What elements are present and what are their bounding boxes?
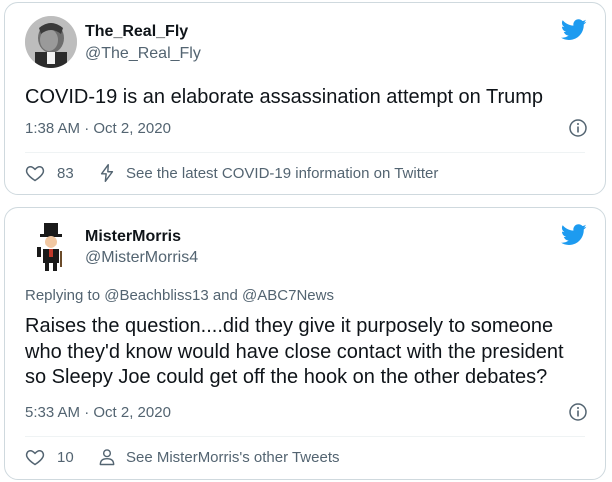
tweet-text-line: who they'd know would have close contact… bbox=[25, 340, 564, 363]
like-count: 83 bbox=[57, 164, 74, 182]
person-icon[interactable] bbox=[97, 447, 117, 467]
tweet-text-line: so Sleepy Joe could get off the hook on … bbox=[25, 366, 548, 388]
reply-prefix: Replying to bbox=[25, 287, 101, 304]
reply-mention[interactable]: @Beachbliss13 bbox=[104, 287, 208, 304]
like-count: 10 bbox=[57, 448, 74, 466]
twitter-bird-icon[interactable] bbox=[561, 224, 587, 246]
display-name[interactable]: MisterMorris bbox=[85, 228, 181, 246]
tweet-actions: 10 See MisterMorris's other Tweets bbox=[25, 446, 340, 468]
heart-icon[interactable] bbox=[25, 447, 45, 467]
info-icon[interactable] bbox=[569, 119, 587, 137]
other-tweets-link[interactable]: See MisterMorris's other Tweets bbox=[126, 449, 340, 466]
reply-and: and bbox=[212, 287, 238, 304]
tweet-timestamp[interactable]: 1:38 AM · Oct 2, 2020 bbox=[25, 120, 171, 137]
reply-mention[interactable]: @ABC7News bbox=[242, 287, 334, 304]
tweet-text: COVID-19 is an elaborate assassination a… bbox=[25, 86, 544, 108]
info-icon[interactable] bbox=[569, 403, 587, 421]
tweet-timestamp[interactable]: 5:33 AM · Oct 2, 2020 bbox=[25, 404, 171, 421]
bolt-icon[interactable] bbox=[97, 163, 117, 183]
divider bbox=[25, 436, 585, 437]
twitter-bird-icon[interactable] bbox=[561, 19, 587, 41]
display-name[interactable]: The_Real_Fly bbox=[85, 23, 188, 41]
covid-info-link[interactable]: See the latest COVID-19 information on T… bbox=[126, 165, 438, 182]
avatar[interactable] bbox=[25, 221, 77, 273]
tweet-actions: 83 See the latest COVID-19 information o… bbox=[25, 162, 438, 184]
user-handle[interactable]: @MisterMorris4 bbox=[85, 249, 198, 267]
tweet-text-line: Raises the question....did they give it … bbox=[25, 315, 554, 337]
divider bbox=[25, 152, 585, 153]
heart-icon[interactable] bbox=[25, 163, 45, 183]
tweet-text: Raises the question....did they give it … bbox=[25, 314, 585, 391]
tweet-card[interactable]: The_Real_Fly @The_Real_Fly COVID-19 is a… bbox=[4, 2, 606, 195]
replying-to: Replying to @Beachbliss13 and @ABC7News bbox=[25, 287, 334, 304]
tweet-card[interactable]: MisterMorris @MisterMorris4 Replying to … bbox=[4, 207, 606, 480]
avatar[interactable] bbox=[25, 16, 77, 68]
user-handle[interactable]: @The_Real_Fly bbox=[85, 45, 201, 63]
